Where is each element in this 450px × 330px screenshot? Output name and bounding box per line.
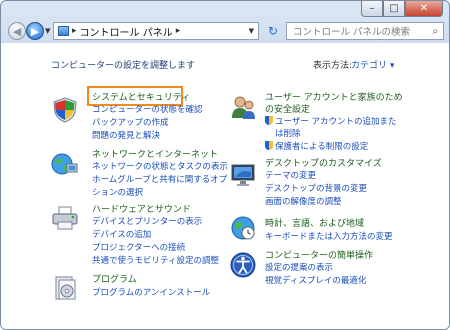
back-button[interactable]: ◀ xyxy=(8,22,26,40)
breadcrumb-control-panel[interactable]: コントロール パネル xyxy=(80,24,173,39)
category-system-security[interactable]: システムとセキュリティ xyxy=(92,90,190,103)
forward-button[interactable]: ▶ xyxy=(26,22,44,40)
link-add-remove-accounts-text: ユーザー アカウントの追加また xyxy=(275,117,397,127)
content-area: コンピューターの設定を調整します 表示方法: カテゴリ ▾ システムとセキュリテ… xyxy=(1,44,449,329)
caption-buttons: – □ ✕ xyxy=(361,1,443,17)
link-devices-printers[interactable]: デバイスとプリンターの表示 xyxy=(92,215,202,227)
category-desktop-customization[interactable]: デスクトップのカスタマイズ xyxy=(265,156,382,169)
category-hardware-sound[interactable]: ハードウェアとサウンド xyxy=(92,202,191,215)
control-panel-icon xyxy=(58,26,69,36)
minimize-button[interactable]: – xyxy=(361,1,383,17)
maximize-button[interactable]: □ xyxy=(383,1,405,17)
ease-of-access-icon xyxy=(230,252,256,278)
forward-arrow-icon: ▶ xyxy=(30,24,40,38)
refresh-icon: ↻ xyxy=(267,24,279,38)
address-dropdown-icon[interactable]: ▼ xyxy=(249,27,254,35)
network-globe-icon xyxy=(51,153,78,175)
back-arrow-icon: ◀ xyxy=(12,24,22,38)
category-network-internet[interactable]: ネットワークとインターネット xyxy=(92,147,218,160)
link-change-theme[interactable]: テーマの変更 xyxy=(265,169,316,181)
uac-shield-icon xyxy=(265,116,273,125)
desktop-monitor-icon xyxy=(231,164,255,186)
search-input[interactable]: コントロール パネルの検索 ⌕ xyxy=(286,22,444,40)
category-ease-of-access[interactable]: コンピューターの簡単操作 xyxy=(265,248,373,261)
link-parental-controls[interactable]: 保護者による制限の設定 xyxy=(265,140,368,152)
uac-shield-icon xyxy=(265,141,273,150)
link-uninstall-program[interactable]: プログラムのアンインストール xyxy=(92,286,210,298)
link-homegroup-options-cont[interactable]: ションの選択 xyxy=(92,186,143,198)
view-by-label: 表示方法: xyxy=(313,61,353,71)
address-bar[interactable]: ▸ コントロール パネル ▸ ▼ xyxy=(53,22,259,40)
link-check-status[interactable]: コンピューターの状態を確認 xyxy=(92,103,203,115)
minimize-icon: – xyxy=(369,2,375,14)
link-connect-projector[interactable]: プロジェクターへの接続 xyxy=(92,241,185,253)
programs-icon xyxy=(55,276,76,300)
users-icon xyxy=(232,96,255,119)
link-change-keyboard[interactable]: キーボードまたは入力方法の変更 xyxy=(265,230,393,242)
link-mobility-settings[interactable]: 共通で使うモビリティ設定の調整 xyxy=(92,254,219,266)
maximize-icon: □ xyxy=(389,2,399,14)
category-user-accounts-line2[interactable]: の安全設定 xyxy=(265,102,310,115)
link-network-status[interactable]: ネットワークの状態とタスクの表示 xyxy=(92,160,228,172)
link-add-remove-accounts[interactable]: ユーザー アカウントの追加また xyxy=(265,115,397,127)
breadcrumb-separator-icon[interactable]: ▸ xyxy=(176,26,181,36)
link-suggested-settings[interactable]: 設定の提案の表示 xyxy=(265,261,333,273)
shield-icon xyxy=(53,97,77,123)
history-dropdown-icon[interactable]: ▼ xyxy=(45,27,50,35)
link-add-device[interactable]: デバイスの追加 xyxy=(92,228,151,240)
link-create-backup[interactable]: バックアップの作成 xyxy=(92,116,169,128)
category-clock-region[interactable]: 時計、言語、および地域 xyxy=(265,216,364,229)
link-optimize-display[interactable]: 視覚ディスプレイの最適化 xyxy=(265,274,366,286)
close-icon: ✕ xyxy=(419,2,429,14)
breadcrumb-separator-icon[interactable]: ▸ xyxy=(72,26,77,36)
refresh-button[interactable]: ↻ xyxy=(264,22,282,40)
link-adjust-resolution[interactable]: 画面の解像度の調整 xyxy=(265,195,342,207)
link-find-fix-problems[interactable]: 問題の発見と解決 xyxy=(92,129,160,141)
page-title: コンピューターの設定を調整します xyxy=(51,61,196,71)
search-placeholder: コントロール パネルの検索 xyxy=(293,27,411,38)
link-parental-controls-text: 保護者による制限の設定 xyxy=(275,142,369,152)
link-change-background[interactable]: デスクトップの背景の変更 xyxy=(265,182,367,194)
printer-icon xyxy=(52,206,78,230)
clock-globe-icon xyxy=(231,216,255,240)
search-icon[interactable]: ⌕ xyxy=(432,26,438,37)
category-programs[interactable]: プログラム xyxy=(92,272,137,285)
view-by-dropdown[interactable]: カテゴリ ▾ xyxy=(351,58,394,71)
close-button[interactable]: ✕ xyxy=(405,1,443,17)
control-panel-window: – □ ✕ ◀ ▶ ▼ ▸ コントロール パネル ▸ ▼ ↻ コントロール パネ… xyxy=(0,0,450,330)
link-homegroup-options[interactable]: ホームグループと共有に関するオプ xyxy=(92,173,227,185)
link-add-remove-accounts-cont[interactable]: は削除 xyxy=(275,127,301,139)
